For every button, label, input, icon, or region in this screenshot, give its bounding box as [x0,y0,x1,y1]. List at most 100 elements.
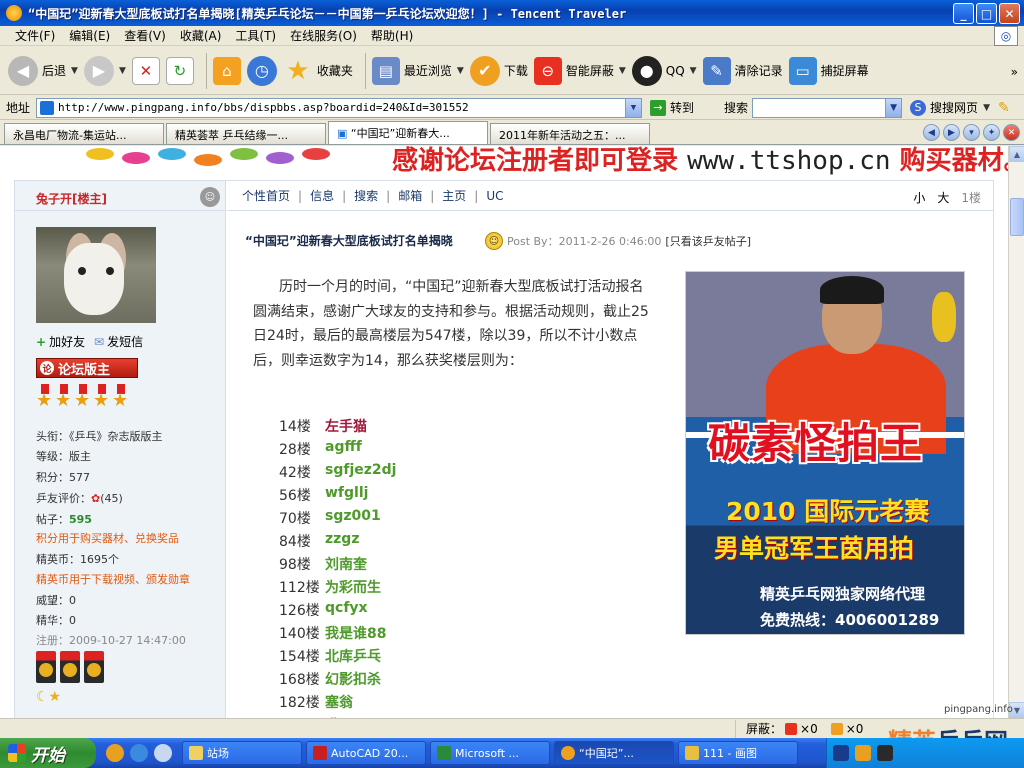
top-banner[interactable]: 感谢论坛注册者即可登录 www.ttshop.cn 购买器材。 [0,146,1008,180]
author-rating: 乒友评价：✿(45) [36,492,123,505]
ad-line-3: 男单冠军王茵用拍 [714,534,915,563]
task-autocad[interactable]: AutoCAD 20... [306,741,426,765]
advertisement-image[interactable]: 碳素怪拍王 2010 国际元老赛 男单冠军王茵用拍 精英乒乓网独家网络代理 免费… [685,271,965,635]
tab-1[interactable]: 永昌电厂物流-集运站... [4,123,164,144]
task-paint[interactable]: 111 - 画图 [678,741,798,765]
font-big-button[interactable]: 大 [937,189,949,206]
browser-quick-icon[interactable] [106,744,124,762]
only-this-author-link[interactable]: [只看该乒友帖子] [665,233,751,249]
author-name[interactable]: 兔子开[楼主] [36,190,107,207]
tray-app-icon[interactable] [833,745,849,761]
winner-name[interactable]: agfff [325,439,362,459]
back-button[interactable]: ◀ 后退 ▼ [8,55,78,86]
blocked-counter[interactable]: 屏蔽： ×0 ×0 [736,720,863,737]
nav-profile-home[interactable]: 个性首页 [242,187,290,204]
tab-scroll-right-icon[interactable]: ▶ [943,124,960,141]
tray-app-icon[interactable] [877,745,893,761]
winner-name[interactable]: sgz001 [325,508,381,528]
winner-floor: 182楼 [279,695,320,711]
nav-search[interactable]: 搜索 [354,187,378,204]
winner-name[interactable]: 为彩而生 [325,577,381,597]
highlighter-icon[interactable]: ✎ [998,100,1010,116]
winner-floor: 98楼 [279,557,311,573]
maximize-button[interactable]: □ [976,3,997,24]
winner-name[interactable]: qcfyx [325,600,368,620]
chevron-down-icon[interactable]: ▼ [690,66,697,76]
forward-button[interactable]: ▶ ▼ [83,55,126,86]
tab-close-icon[interactable]: ✕ [1003,124,1020,141]
author-header: 兔子开[楼主] ☺ [15,181,226,211]
close-button[interactable]: ✕ [999,3,1020,24]
winner-name[interactable]: 塞翁 [325,692,353,712]
ie-quick-icon[interactable] [130,744,148,762]
toolbar-divider [364,52,366,89]
winner-name[interactable]: 北库乒乓 [325,646,381,666]
watermark-url: pingpang.info [944,704,1013,715]
winner-name[interactable]: zzgz [325,531,359,551]
clock-button[interactable]: ◷ [246,55,277,86]
download-button[interactable]: ✔ 下载 [469,55,528,86]
tab-list-icon[interactable]: ▾ [963,124,980,141]
home-button[interactable]: ⌂ [212,56,241,85]
tab-scroll-left-icon[interactable]: ◀ [923,124,940,141]
tab-3-active[interactable]: ▣ “中国玘”迎新春大... [328,121,488,144]
ad-hotline: 免费热线：4006001289 [760,611,940,629]
smiley-icon: ☺ [485,232,503,250]
nav-mailbox[interactable]: 邮箱 [398,187,422,204]
history-button[interactable]: ▤ 最近浏览 ▼ [371,56,464,85]
toolbar-overflow-chevron-icon[interactable]: » [1011,65,1018,79]
qq-button[interactable]: ● QQ ▼ [631,55,697,86]
task-folder[interactable]: 站场 [182,741,302,765]
favorites-button[interactable]: ★ 收藏夹 [283,56,353,86]
nav-homepage[interactable]: 主页 [442,187,466,204]
chevron-down-icon[interactable]: ▼ [625,98,642,117]
font-small-button[interactable]: 小 [913,189,925,206]
menu-help[interactable]: 帮助(H) [364,27,420,44]
excel-icon [437,746,451,760]
send-message-link[interactable]: ✉ 发短信 [94,333,143,350]
popup-block-button[interactable]: ⊖ 智能屏蔽 ▼ [533,56,626,85]
scroll-up-icon[interactable]: ▲ [1009,146,1024,162]
task-browser[interactable]: “中国玘”... [554,741,674,765]
menu-view[interactable]: 查看(V) [117,27,173,44]
winner-name[interactable]: 我是谁88 [325,623,386,643]
tab-pin-icon[interactable]: ✦ [983,124,1000,141]
scrollbar-thumb[interactable] [1010,198,1024,236]
chevron-down-icon[interactable]: ▼ [983,103,990,113]
search-web-button[interactable]: S 搜搜网页 ▼ [910,99,990,116]
winner-name[interactable]: sgfjez2dj [325,462,396,482]
stop-button[interactable]: ✕ [131,56,160,85]
go-button[interactable]: → 转到 [650,99,694,116]
menu-file[interactable]: 文件(F) [8,27,62,44]
avatar [36,227,156,323]
chevron-down-icon[interactable]: ▼ [119,66,126,76]
start-button[interactable]: 开始 [0,738,96,768]
chevron-down-icon[interactable]: ▼ [71,66,78,76]
tray-app-icon[interactable] [855,745,871,761]
chevron-down-icon[interactable]: ▼ [885,98,902,117]
menu-edit[interactable]: 编辑(E) [62,27,117,44]
refresh-button[interactable]: ↻ [165,56,194,85]
vertical-scrollbar[interactable]: ▲ ▼ [1008,146,1024,718]
minimize-button[interactable]: _ [953,3,974,24]
chevron-down-icon[interactable]: ▼ [457,66,464,76]
tab-4[interactable]: 2011年新年活动之五：... [490,123,650,144]
clear-history-button[interactable]: ✎ 清除记录 [702,56,783,85]
winner-name[interactable]: 刘南奎 [325,554,367,574]
menu-tools[interactable]: 工具(T) [228,27,283,44]
menu-online-services[interactable]: 在线服务(O) [283,27,364,44]
desktop-quick-icon[interactable] [154,744,172,762]
add-friend-link[interactable]: + 加好友 [36,333,85,350]
winner-name[interactable]: 左手猫 [325,416,367,436]
capture-screen-button[interactable]: ▭ 捕捉屏幕 [788,56,869,85]
nav-info[interactable]: 信息 [310,187,334,204]
tab-2[interactable]: 精英荟萃 乒乓结缘一... [166,123,326,144]
search-input[interactable]: ▼ [752,97,903,118]
task-excel[interactable]: Microsoft ... [430,741,550,765]
chevron-down-icon[interactable]: ▼ [619,66,626,76]
nav-uc[interactable]: UC [486,189,503,203]
menu-favorites[interactable]: 收藏(A) [173,27,229,44]
winner-name[interactable]: wfgllj [325,485,368,505]
winner-name[interactable]: 幻影扣杀 [325,669,381,689]
url-field[interactable]: http://www.pingpang.info/bbs/dispbbs.asp… [36,97,643,118]
